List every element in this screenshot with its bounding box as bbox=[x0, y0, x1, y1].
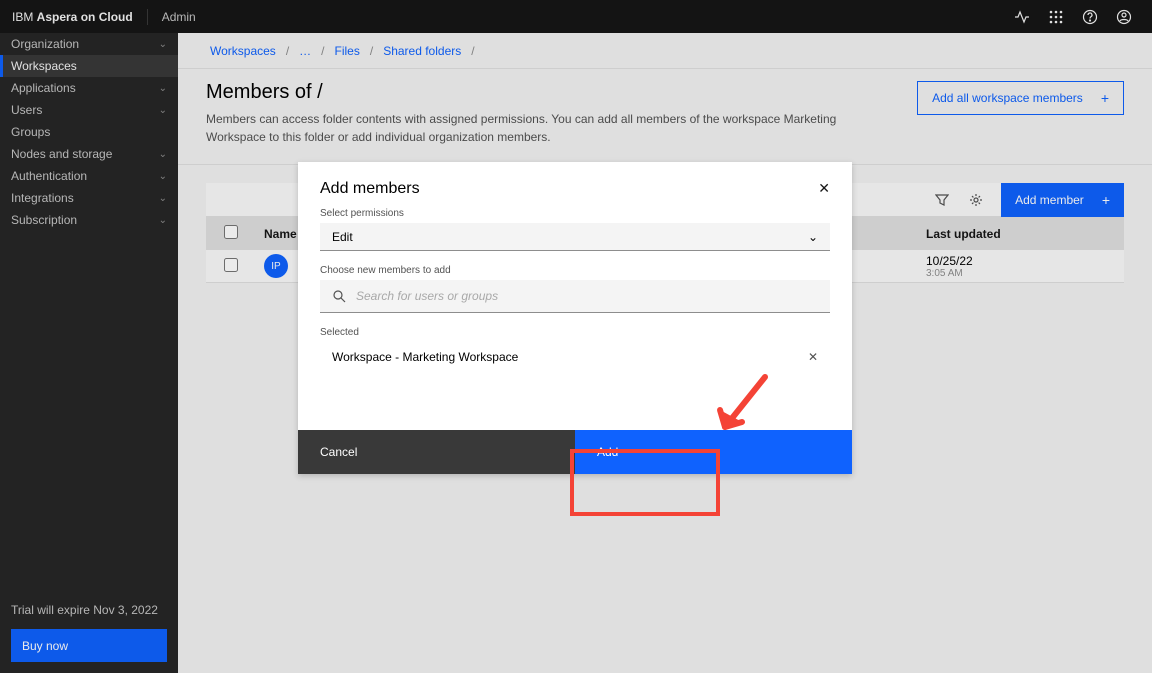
close-icon[interactable]: ✕ bbox=[818, 180, 830, 197]
choose-members-label: Choose new members to add bbox=[320, 265, 830, 276]
permissions-select[interactable]: Edit ⌄ bbox=[320, 223, 830, 251]
selected-item: Workspace - Marketing Workspace ✕ bbox=[320, 342, 830, 372]
chevron-down-icon: ⌄ bbox=[808, 230, 818, 244]
select-permissions-label: Select permissions bbox=[320, 208, 830, 219]
member-search-input[interactable] bbox=[356, 289, 818, 303]
add-button[interactable]: Add bbox=[575, 430, 852, 474]
add-members-modal: Add members ✕ Select permissions Edit ⌄ … bbox=[298, 162, 852, 474]
search-icon bbox=[332, 289, 346, 303]
modal-title: Add members bbox=[320, 180, 420, 198]
selected-label: Selected bbox=[320, 327, 830, 338]
remove-selected-icon[interactable]: ✕ bbox=[808, 350, 818, 364]
cancel-button[interactable]: Cancel bbox=[298, 430, 575, 474]
